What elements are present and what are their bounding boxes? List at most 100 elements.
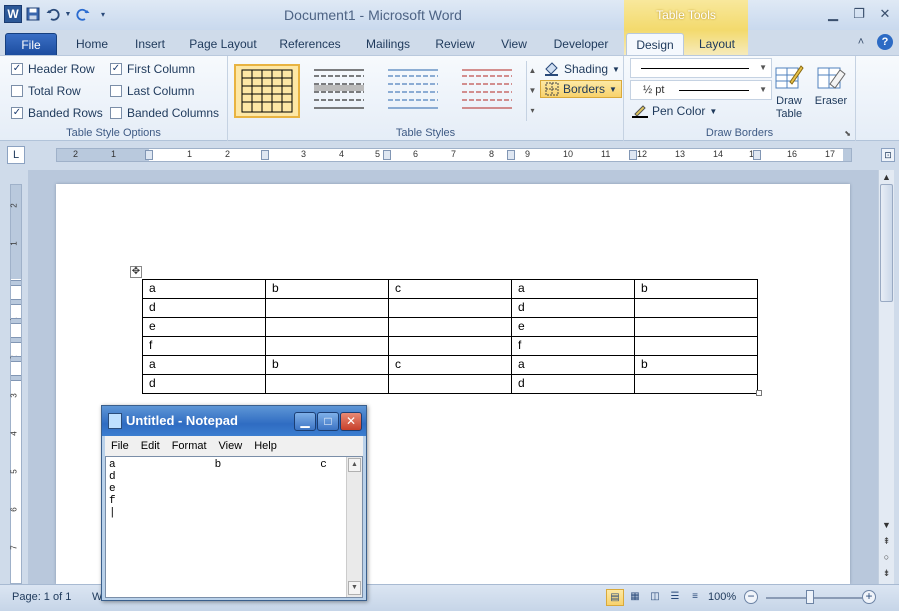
scroll-down-icon[interactable]: ▼ — [348, 581, 361, 595]
gallery-down-icon[interactable]: ▼ — [527, 81, 538, 101]
table-cell[interactable]: a — [142, 279, 266, 299]
last-column-checkbox[interactable]: Last Column — [110, 84, 194, 98]
word-table[interactable]: abcabddeeffabcabdd — [142, 279, 758, 394]
header-row-checkbox[interactable]: ✓ Header Row — [11, 62, 95, 76]
first-column-checkbox[interactable]: ✓ First Column — [110, 62, 195, 76]
table-cell[interactable]: d — [511, 298, 635, 318]
table-cell[interactable]: b — [265, 279, 389, 299]
table-cell[interactable]: d — [142, 298, 266, 318]
eraser-button[interactable]: Eraser — [811, 62, 851, 108]
table-cell[interactable] — [388, 298, 512, 318]
notepad-content[interactable]: a b c d e f | — [109, 459, 327, 519]
table-cell[interactable] — [634, 317, 758, 337]
menu-format[interactable]: Format — [172, 440, 207, 452]
zoom-slider-thumb[interactable] — [806, 590, 814, 604]
table-cell[interactable]: b — [634, 355, 758, 375]
outline-view-icon[interactable]: ☰ — [666, 589, 684, 606]
next-page-icon[interactable]: ⇟ — [879, 566, 894, 580]
table-cell[interactable] — [265, 317, 389, 337]
menu-help[interactable]: Help — [254, 440, 277, 452]
tab-view[interactable]: View — [492, 33, 536, 56]
row-marker[interactable] — [11, 375, 21, 381]
row-marker[interactable] — [11, 280, 21, 286]
table-cell[interactable] — [634, 374, 758, 394]
scroll-up-icon[interactable]: ▲ — [348, 458, 361, 472]
tab-layout[interactable]: Layout — [692, 33, 742, 56]
vertical-scrollbar[interactable]: ▲ ▼ ⇞ ○ ⇟ — [878, 170, 894, 584]
gallery-up-icon[interactable]: ▲ — [527, 61, 538, 81]
table-style-grid-thumb[interactable] — [234, 64, 300, 118]
table-cell[interactable] — [265, 298, 389, 318]
notepad-minimize-icon[interactable]: ▁ — [294, 412, 316, 431]
table-cell[interactable]: d — [142, 374, 266, 394]
zoom-out-icon[interactable]: − — [744, 590, 758, 604]
banded-columns-checkbox[interactable]: Banded Columns — [110, 106, 219, 120]
row-marker[interactable] — [11, 318, 21, 324]
table-cell[interactable]: e — [511, 317, 635, 337]
table-row[interactable]: dd — [142, 298, 758, 318]
table-move-handle-icon[interactable]: ✥ — [130, 266, 142, 278]
table-row[interactable]: abcab — [142, 355, 758, 375]
zoom-in-icon[interactable]: + — [862, 590, 876, 604]
tab-references[interactable]: References — [274, 33, 346, 56]
table-cell[interactable] — [265, 336, 389, 356]
column-marker[interactable] — [383, 150, 391, 160]
notepad-vertical-scrollbar[interactable]: ▲ ▼ — [346, 457, 362, 597]
menu-edit[interactable]: Edit — [141, 440, 160, 452]
table-row[interactable]: ee — [142, 317, 758, 337]
table-cell[interactable]: f — [511, 336, 635, 356]
pen-style-dropdown[interactable]: ▼ — [630, 58, 772, 78]
view-ruler-icon[interactable]: ⊡ — [881, 148, 895, 162]
pen-color-button[interactable]: Pen Color ▼ — [632, 104, 717, 118]
notepad-maximize-icon[interactable]: □ — [317, 412, 339, 431]
draft-view-icon[interactable]: ≡ — [686, 589, 704, 606]
table-cell[interactable] — [634, 336, 758, 356]
row-marker[interactable] — [11, 356, 21, 362]
restore-icon[interactable]: ❐ — [851, 6, 867, 22]
zoom-level[interactable]: 100% — [708, 591, 736, 603]
table-row[interactable]: dd — [142, 374, 758, 394]
select-browse-object-icon[interactable]: ○ — [879, 550, 894, 564]
menu-view[interactable]: View — [219, 440, 243, 452]
tab-page-layout[interactable]: Page Layout — [186, 33, 260, 56]
minimize-ribbon-icon[interactable]: ˄ — [853, 34, 869, 50]
notepad-window[interactable]: Untitled - Notepad ▁ □ ✕ File Edit Forma… — [101, 405, 367, 601]
column-marker[interactable] — [145, 150, 153, 160]
gallery-more-icon[interactable]: ▾ — [527, 101, 538, 121]
vertical-ruler[interactable]: 2 1 1 2 3 4 5 6 7 — [10, 184, 22, 584]
dialog-launcher-icon[interactable]: ⬊ — [844, 129, 851, 138]
tab-mailings[interactable]: Mailings — [358, 33, 418, 56]
notepad-close-icon[interactable]: ✕ — [340, 412, 362, 431]
web-layout-view-icon[interactable]: ◫ — [646, 589, 664, 606]
notepad-text-area[interactable]: a b c d e f | ▲ ▼ — [105, 456, 363, 598]
table-cell[interactable] — [634, 298, 758, 318]
help-icon[interactable]: ? — [877, 34, 893, 50]
row-marker[interactable] — [11, 299, 21, 305]
table-cell[interactable]: c — [388, 279, 512, 299]
column-marker[interactable] — [629, 150, 637, 160]
tab-review[interactable]: Review — [430, 33, 480, 56]
table-style-light-list-red-thumb[interactable] — [456, 64, 522, 118]
column-marker[interactable] — [507, 150, 515, 160]
table-cell[interactable] — [388, 336, 512, 356]
column-marker[interactable] — [753, 150, 761, 160]
row-marker[interactable] — [11, 337, 21, 343]
table-row[interactable]: abcab — [142, 279, 758, 299]
close-icon[interactable]: ✕ — [877, 6, 893, 22]
table-cell[interactable] — [265, 374, 389, 394]
total-row-checkbox[interactable]: Total Row — [11, 84, 81, 98]
table-cell[interactable] — [388, 374, 512, 394]
scroll-up-icon[interactable]: ▲ — [879, 170, 894, 184]
previous-page-icon[interactable]: ⇞ — [879, 534, 894, 548]
tab-home[interactable]: Home — [70, 33, 114, 56]
table-style-light-shading-thumb[interactable] — [308, 64, 374, 118]
column-marker[interactable] — [261, 150, 269, 160]
table-cell[interactable]: d — [511, 374, 635, 394]
pen-weight-dropdown[interactable]: ½ pt ▼ — [630, 80, 772, 100]
table-cell[interactable]: b — [634, 279, 758, 299]
table-cell[interactable]: a — [511, 279, 635, 299]
table-cell[interactable]: f — [142, 336, 266, 356]
borders-button[interactable]: Borders ▼ — [540, 80, 622, 98]
zoom-slider-track[interactable] — [766, 597, 862, 599]
banded-rows-checkbox[interactable]: ✓ Banded Rows — [11, 106, 103, 120]
